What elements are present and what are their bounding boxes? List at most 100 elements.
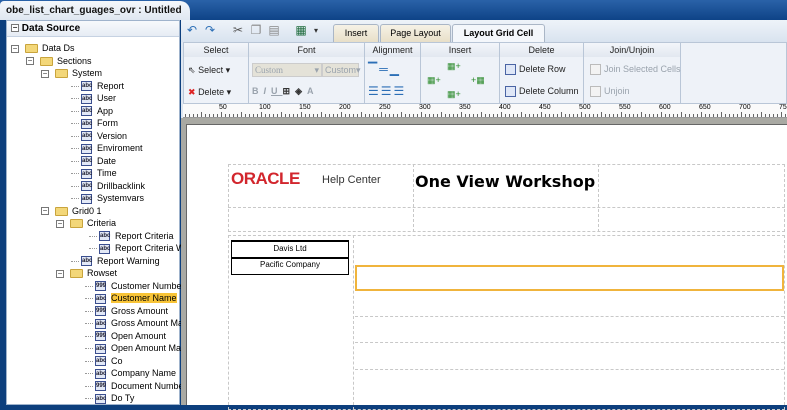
tree-item[interactable]: abc Report Warning (71, 255, 160, 267)
report-heading[interactable]: One View Workshop (415, 172, 595, 191)
expand-toggle-icon[interactable]: − (56, 219, 64, 228)
data-source-title: Data Source (21, 23, 81, 34)
cut-icon[interactable]: ✂ (231, 24, 245, 37)
group-header: Select (184, 43, 248, 57)
tree-item[interactable]: 999 Document Number (85, 380, 187, 392)
tree-item[interactable]: abc Open Amount Mask (85, 342, 190, 354)
expand-toggle-icon[interactable]: − (41, 69, 49, 78)
tree-item-label: Enviroment (97, 143, 143, 153)
ruler-label: 450 (539, 104, 551, 111)
insert-column-right-icon[interactable]: +▦ (471, 75, 485, 86)
tree-item[interactable]: − Sections (26, 55, 92, 67)
ruler-label: 300 (419, 104, 431, 111)
expand-toggle-icon[interactable]: − (11, 44, 19, 53)
ruler-label: 250 (379, 104, 391, 111)
tree-item[interactable]: abc Report (71, 80, 124, 92)
paste-icon[interactable]: ▤ (267, 24, 281, 37)
font-size-select[interactable]: Custom▾ (322, 63, 361, 77)
tree-item-label: Data Ds (42, 43, 75, 53)
align-middle-icon[interactable]: ═ (379, 62, 390, 76)
expand-toggle-icon[interactable]: − (41, 207, 49, 216)
expand-toggle-icon[interactable]: − (56, 269, 64, 278)
tree-item[interactable]: abc Version (71, 130, 127, 142)
delete-row-button[interactable]: Delete Row (505, 64, 566, 76)
delete-button[interactable]: ✖ Delete ▾ (188, 87, 231, 98)
align-right-icon[interactable]: ☰ (394, 84, 407, 98)
align-left-icon[interactable]: ☰ (368, 84, 381, 98)
font-color-icon[interactable]: A (307, 86, 319, 96)
tree-item[interactable]: 999 Customer Number (85, 280, 185, 292)
tree-item[interactable]: abc User (71, 92, 116, 104)
tree-item-label: Report (97, 80, 125, 91)
tree-item-label: Open Amount (111, 330, 167, 341)
oracle-logo: ORACLE (231, 169, 300, 188)
tree-item[interactable]: − Grid0 1 (41, 205, 102, 217)
list-item[interactable]: Pacific Company (231, 258, 349, 275)
underline-icon[interactable]: U (271, 86, 283, 96)
align-top-icon[interactable]: ▔ (368, 62, 379, 76)
tree-item[interactable]: abc Enviroment (71, 142, 143, 154)
format-buttons[interactable]: BIU⊞◈A (252, 86, 318, 97)
italic-icon[interactable]: I (264, 86, 272, 96)
tree-item[interactable]: abc Customer Name (85, 292, 177, 304)
insert-row-above-icon[interactable]: ▦+ (447, 61, 461, 72)
selected-grid-cell[interactable] (355, 265, 784, 291)
copy-icon[interactable]: ❐ (249, 24, 263, 37)
tree-item-label: Gross Amount Mask (111, 318, 193, 328)
tree-item[interactable]: − Rowset (56, 267, 117, 279)
tree-item[interactable]: − Data Ds (11, 42, 75, 54)
tree-item[interactable]: 999 Gross Amount (85, 305, 168, 317)
tree-item[interactable]: − Criteria (56, 217, 116, 229)
bold-icon[interactable]: B (252, 86, 264, 96)
join-selected-cells-button[interactable]: Join Selected Cells (590, 64, 681, 76)
tree-item[interactable]: abc Form (71, 117, 118, 129)
insert-column-left-icon[interactable]: ▦+ (427, 75, 441, 86)
tree-item[interactable]: abc App (71, 105, 113, 117)
vertical-align-buttons[interactable]: ▔═▁ (368, 62, 401, 76)
fill-color-icon[interactable]: ◈ (295, 86, 307, 96)
font-name-select[interactable]: Custom ▾ (252, 63, 322, 77)
tree-item[interactable]: abc Do Ty (85, 392, 134, 404)
ruler-label: 700 (739, 104, 751, 111)
align-center-icon[interactable]: ☰ (381, 84, 394, 98)
tree-item[interactable]: abc Date (71, 155, 116, 167)
tree-item-label: Customer Number (111, 280, 185, 291)
tab-layout-grid-cell[interactable]: Layout Grid Cell (452, 24, 545, 43)
folder-icon (55, 206, 68, 216)
align-bottom-icon[interactable]: ▁ (390, 62, 401, 76)
select-button[interactable]: ⇖ Select ▾ (188, 65, 230, 76)
collapse-icon[interactable]: − (11, 24, 19, 33)
alignment-group: Alignment ▔═▁ ☰☰☰ (365, 43, 421, 103)
tree-item-label: Document Number (111, 380, 187, 391)
chart-icon[interactable]: ▦ (294, 24, 308, 37)
undo-icon[interactable]: ↶ (185, 24, 199, 37)
border-icon[interactable]: ⊞ (283, 86, 296, 96)
tree-item[interactable]: abc Gross Amount Mask (85, 317, 192, 329)
text-field-icon: abc (95, 368, 107, 379)
tab-insert[interactable]: Insert (333, 24, 379, 42)
tree-item[interactable]: abc Systemvars (71, 192, 144, 204)
canvas: ORACLE Help Center One View Workshop Dav… (181, 118, 787, 410)
redo-icon[interactable]: ↷ (203, 24, 217, 37)
chevron-down-icon[interactable]: ▾ (309, 24, 323, 37)
tree-item[interactable]: − System (41, 67, 102, 79)
tree-item[interactable]: abc Report Criteria Wit (89, 242, 189, 254)
numeric-field-icon: 999 (95, 331, 107, 342)
insert-row-below-icon[interactable]: ▦+ (447, 89, 461, 100)
tree-item[interactable]: abc Drillbacklink (71, 180, 145, 192)
delete-row-label: Delete Row (519, 64, 566, 74)
tree-item[interactable]: 999 Open Amount (85, 330, 166, 342)
data-source-header[interactable]: − Data Source (7, 21, 179, 37)
document-tab[interactable]: obe_list_chart_guages_ovr : Untitled (0, 1, 190, 20)
tree-item[interactable]: abc Company Name (85, 367, 176, 379)
delete-column-button[interactable]: Delete Column (505, 86, 579, 98)
horizontal-align-buttons[interactable]: ☰☰☰ (368, 84, 406, 98)
tree-item[interactable]: abc Time (71, 167, 117, 179)
unjoin-button[interactable]: Unjoin (590, 86, 630, 98)
tree-item[interactable]: abc Report Criteria (89, 230, 174, 242)
list-item[interactable]: Davis Ltd (231, 240, 349, 258)
tree-item[interactable]: abc Co (85, 355, 123, 367)
text-field-icon: abc (81, 81, 93, 92)
tab-page-layout[interactable]: Page Layout (380, 24, 451, 42)
expand-toggle-icon[interactable]: − (26, 57, 34, 66)
